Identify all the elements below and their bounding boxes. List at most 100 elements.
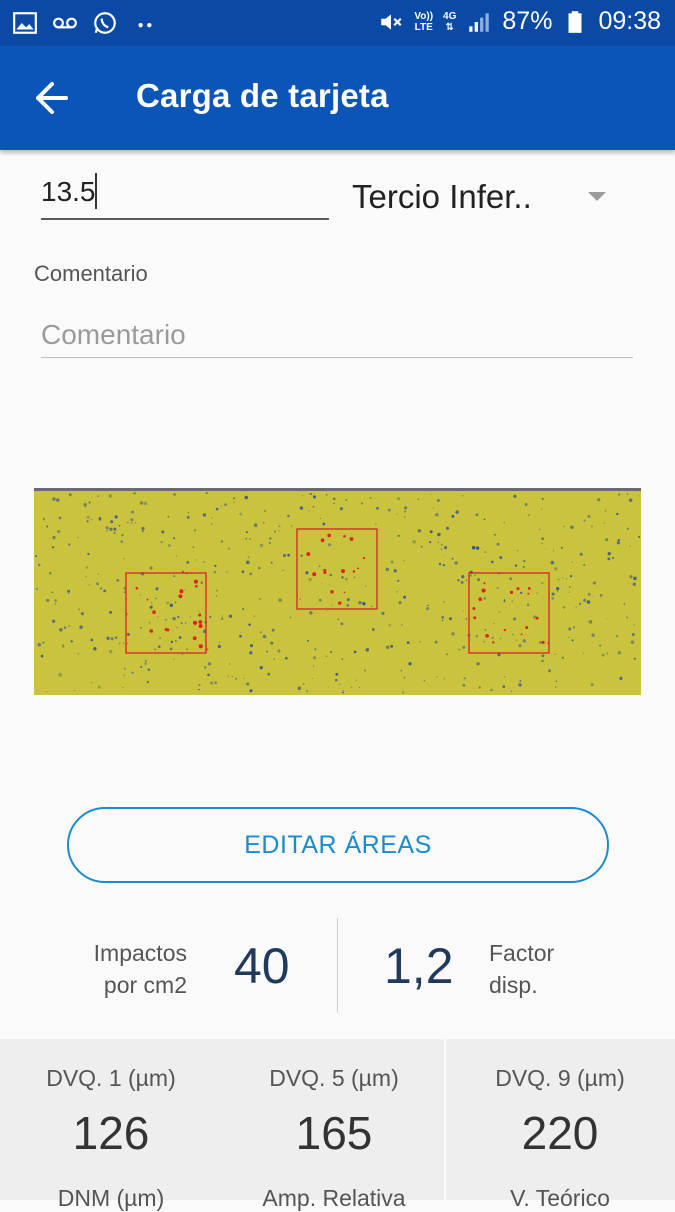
droplet-dot	[68, 543, 71, 546]
droplet-dot	[476, 578, 481, 582]
impact-dot	[330, 589, 334, 594]
droplet-dot	[436, 499, 440, 502]
back-arrow-icon[interactable]	[32, 80, 72, 116]
droplet-dot	[314, 648, 317, 651]
droplet-dot	[103, 589, 107, 593]
droplet-dot	[616, 635, 619, 638]
droplet-dot	[560, 546, 563, 549]
droplet-dot	[220, 540, 224, 543]
droplet-dot	[231, 675, 234, 678]
droplet-dot	[436, 676, 438, 678]
droplet-dot	[568, 591, 570, 593]
droplet-dot	[462, 684, 466, 687]
droplet-dot	[341, 576, 344, 579]
droplet-dot	[59, 628, 63, 632]
droplet-dot	[157, 616, 159, 618]
droplet-dot	[536, 592, 538, 594]
droplet-dot	[541, 659, 544, 663]
droplet-dot	[62, 644, 65, 646]
droplet-dot	[228, 614, 232, 618]
impact-dot	[327, 533, 332, 538]
droplet-dot	[93, 647, 97, 651]
droplet-dot	[110, 520, 114, 524]
comment-input[interactable]	[41, 313, 633, 358]
droplet-dot	[214, 564, 217, 567]
droplet-dot	[592, 596, 594, 598]
droplet-dot	[67, 589, 71, 593]
droplet-dot	[446, 653, 448, 656]
droplet-dot	[217, 644, 222, 649]
droplet-dot	[70, 640, 73, 643]
dropdown-arrow-icon	[588, 192, 606, 201]
droplet-dot	[299, 506, 304, 510]
droplet-dot	[397, 534, 400, 537]
droplet-dot	[144, 662, 148, 665]
droplet-dot	[155, 597, 158, 600]
value-field[interactable]	[41, 170, 329, 220]
droplet-dot	[133, 491, 136, 495]
droplet-dot	[617, 539, 620, 542]
droplet-dot	[629, 545, 631, 547]
droplet-dot	[401, 624, 403, 626]
droplet-dot	[575, 606, 577, 608]
droplet-dot	[278, 530, 280, 532]
droplet-dot	[483, 640, 486, 643]
impact-dot	[352, 570, 356, 573]
droplet-dot	[463, 677, 466, 680]
droplet-dot	[245, 531, 248, 534]
page-title: Carga de tarjeta	[136, 77, 389, 114]
droplet-dot	[631, 633, 635, 636]
droplet-dot	[378, 529, 380, 531]
droplet-dot	[583, 564, 586, 566]
droplet-dot	[337, 618, 339, 621]
droplet-dot	[322, 522, 326, 526]
droplet-dot	[85, 566, 89, 569]
droplet-dot	[555, 686, 557, 688]
droplet-dot	[312, 495, 317, 499]
droplet-dot	[519, 591, 523, 595]
impact-dot	[337, 601, 342, 605]
droplet-dot	[228, 547, 231, 550]
dvq1-value: 126	[72, 1107, 150, 1159]
droplet-dot	[58, 516, 62, 520]
droplet-dot	[78, 608, 80, 611]
droplet-dot	[617, 650, 622, 655]
droplet-dot	[599, 594, 603, 597]
droplet-dot	[469, 574, 472, 577]
droplet-dot	[490, 560, 494, 564]
droplet-dot	[524, 503, 528, 506]
droplet-dot	[387, 508, 391, 512]
droplet-dot	[339, 507, 344, 511]
droplet-dot	[282, 569, 284, 572]
droplet-dot	[270, 561, 273, 564]
impact-dot	[300, 554, 303, 557]
droplet-dot	[440, 543, 443, 546]
droplet-dot	[42, 641, 45, 644]
droplet-dot	[341, 658, 344, 660]
droplet-dot	[557, 578, 560, 581]
droplet-dot	[270, 641, 274, 645]
droplet-dot	[325, 655, 328, 658]
droplet-dot	[358, 601, 362, 605]
voicemail-icon	[53, 17, 77, 29]
position-select[interactable]: Tercio Infer..	[352, 170, 622, 226]
droplet-dot	[246, 560, 250, 565]
droplet-dot	[278, 598, 282, 602]
droplet-dot	[556, 587, 560, 591]
droplet-dot	[116, 579, 120, 582]
impact-dot	[198, 624, 203, 628]
droplet-dot	[98, 516, 102, 520]
droplet-dot	[287, 514, 290, 518]
droplet-dot	[114, 636, 118, 640]
edit-areas-button[interactable]: EDITAR ÁREAS	[67, 807, 609, 883]
droplet-dot	[96, 582, 99, 586]
droplet-dot	[160, 541, 163, 544]
droplet-dot	[154, 648, 156, 651]
droplet-dot	[210, 681, 214, 685]
droplet-dot	[429, 530, 433, 534]
impact-dot	[192, 620, 198, 625]
droplet-dot	[588, 620, 593, 624]
droplet-dot	[273, 530, 277, 533]
droplet-dot	[118, 525, 120, 527]
droplet-dot	[364, 585, 367, 587]
